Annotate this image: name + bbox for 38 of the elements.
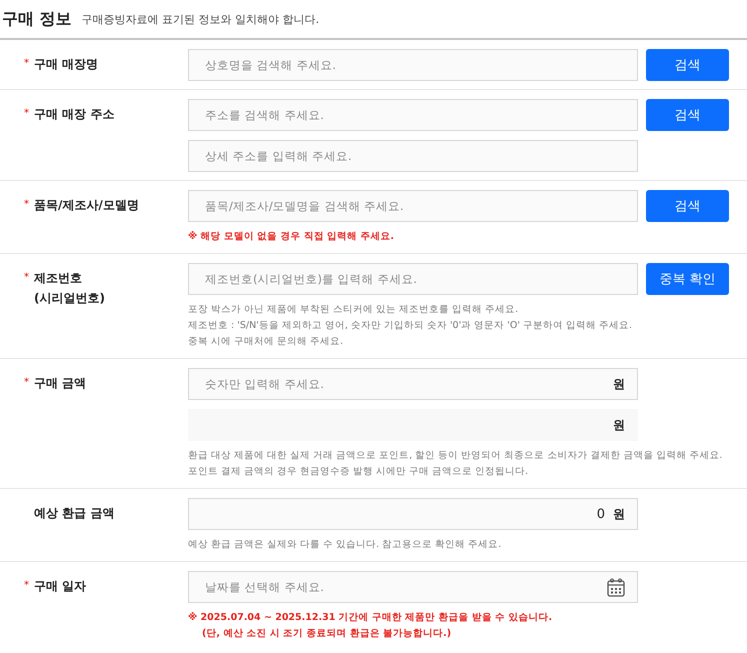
input-field[interactable]: 날짜를 선택해 주세요. (188, 571, 638, 603)
field-label: 구매 금액 (34, 375, 86, 392)
required-mark: * (24, 198, 30, 212)
input-field[interactable]: 제조번호(시리얼번호)를 입력해 주세요. (188, 263, 638, 295)
field-label: 예상 환급 금액 (34, 505, 114, 522)
search-button[interactable]: 중복 확인 (646, 263, 729, 295)
search-button[interactable]: 검색 (646, 49, 729, 81)
required-mark: * (24, 57, 30, 71)
help-text: 포인트 결제 금액의 경우 현금영수증 발행 시에만 구매 금액으로 인정됩니다. (188, 465, 530, 479)
warning-note: ※ 해당 모델이 없을 경우 직접 입력해 주세요. (188, 230, 395, 244)
help-text: 포장 박스가 아닌 제품에 부착된 스티커에 있는 제조번호를 입력해 주세요. (188, 303, 520, 317)
field-label: 품목/제조사/모델명 (34, 197, 139, 214)
input-field[interactable]: 주소를 검색해 주세요. (188, 99, 638, 131)
required-mark: * (24, 107, 30, 121)
help-text: 중복 시에 구매처에 문의해 주세요. (188, 335, 344, 349)
required-mark: * (24, 271, 30, 285)
field-label: 구매 일자 (34, 578, 86, 595)
calendar-icon[interactable] (607, 578, 625, 596)
section-subtitle: 구매증빙자료에 표기된 정보와 일치해야 합니다. (82, 12, 320, 26)
input-field[interactable]: 상세 주소를 입력해 주세요. (188, 140, 638, 172)
help-text: 예상 환급 금액은 실제와 다를 수 있습니다. 참고용으로 확인해 주세요. (188, 538, 502, 552)
field-label: (시리얼번호) (34, 290, 105, 307)
search-button[interactable]: 검색 (646, 190, 729, 222)
warning-note: (단, 예산 소진 시 조기 종료되며 환급은 불가능합니다.) (201, 627, 452, 641)
input-field[interactable]: 품목/제조사/모델명을 검색해 주세요. (188, 190, 638, 222)
section-title: 구매 정보 (2, 8, 72, 30)
input-field[interactable]: 상호명을 검색해 주세요. (188, 49, 638, 81)
required-mark: * (24, 579, 30, 593)
input-field[interactable]: 0 원 (188, 498, 638, 530)
field-label: 제조번호 (34, 270, 83, 287)
input-field[interactable]: 숫자만 입력해 주세요. 원 (188, 368, 638, 400)
warning-note: ※ 2025.07.04 ~ 2025.12.31 기간에 구매한 제품만 환급을 받을 수 있습니다. (188, 611, 554, 625)
help-text: 제조번호 : 'S/N'등을 제외하고 영어, 숫자만 기입하되 숫자 '0'과 영문자 'O' 구분하여 입력해 주세요. (188, 319, 634, 333)
field-label: 구매 매장명 (34, 56, 98, 73)
required-mark: * (24, 376, 30, 390)
field-label: 구매 매장 주소 (34, 106, 114, 123)
search-button[interactable]: 검색 (646, 99, 729, 131)
help-text: 환급 대상 제품에 대한 실제 거래 금액으로 포인트, 할인 등이 반영되어 최종으로 소비자가 결제한 금액을 입력해 주세요. (188, 449, 722, 463)
